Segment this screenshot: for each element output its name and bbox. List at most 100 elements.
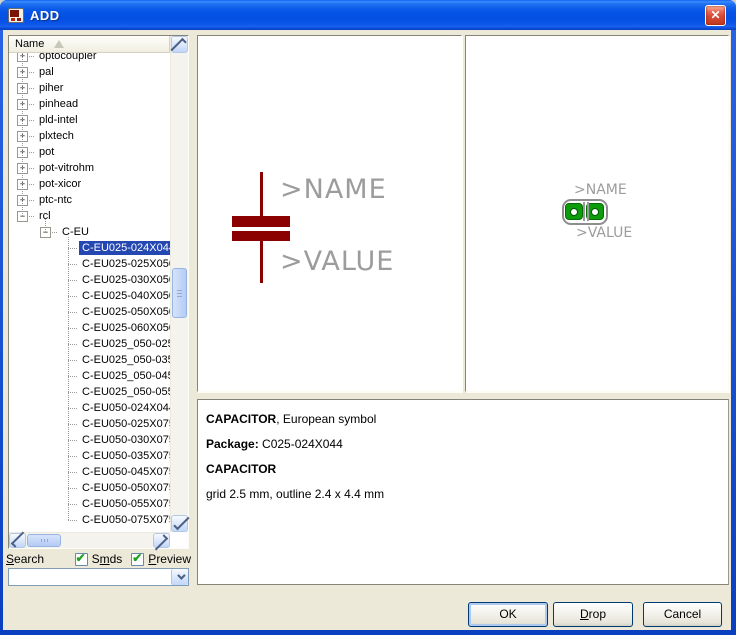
description-text: grid 2.5 mm, outline 2.4 x 4.4 mm <box>206 487 384 501</box>
tree-connector <box>68 504 77 505</box>
title-bar[interactable]: ADD ✕ <box>0 0 736 30</box>
tree-item[interactable]: −C-EU <box>10 224 170 240</box>
library-tree-panel: Name +optocoupler+pal+piher+pinhead+pld-… <box>8 35 189 549</box>
search-label: Search <box>6 552 75 566</box>
tree-connector <box>68 360 77 361</box>
tree-connector <box>68 408 77 409</box>
tree-item[interactable]: +ptc-ntc <box>10 192 170 208</box>
ok-button[interactable]: OK <box>468 602 548 627</box>
description-bold-text: Package: <box>206 437 259 451</box>
tree-connector <box>29 120 34 121</box>
scroll-left-button[interactable] <box>9 533 26 548</box>
chevron-left-icon <box>11 531 27 547</box>
tree-connector <box>29 88 34 89</box>
search-row: Search ✔ Smds ✔ Preview <box>6 551 191 567</box>
horizontal-scroll-thumb[interactable] <box>27 534 61 547</box>
tree-item[interactable]: C-EU050-075X075 <box>10 512 170 528</box>
tree-item-label: piher <box>36 81 66 95</box>
tree-item[interactable]: C-EU050-025X075 <box>10 416 170 432</box>
tree-item-label: C-EU050-025X075 <box>79 417 170 431</box>
tree-connector <box>68 248 77 249</box>
tree-item[interactable]: C-EU050-055X075 <box>10 496 170 512</box>
tree-item-label: pot-vitrohm <box>36 161 97 175</box>
symbol-preview-panel: >NAME >VALUE <box>197 35 462 392</box>
tree-item-label: pld-intel <box>36 113 81 127</box>
dialog-client-area: Name +optocoupler+pal+piher+pinhead+pld-… <box>3 30 731 630</box>
search-input[interactable] <box>9 569 171 585</box>
tree-item-label: C-EU <box>59 225 92 239</box>
tree-connector <box>68 296 77 297</box>
tree-item[interactable]: C-EU050-030X075 <box>10 432 170 448</box>
tree-item[interactable]: C-EU025_050-025X0 <box>10 336 170 352</box>
tree-column-header-name[interactable]: Name <box>9 36 170 53</box>
search-combobox[interactable] <box>8 568 189 586</box>
tree-item-label: C-EU025-024X044 <box>79 241 170 255</box>
tree-item[interactable]: +pot <box>10 144 170 160</box>
tree-item[interactable]: C-EU025-060X050 <box>10 320 170 336</box>
tree-item-label: C-EU025_050-025X0 <box>79 337 170 351</box>
cancel-button[interactable]: Cancel <box>643 602 722 627</box>
tree-item[interactable]: C-EU025_050-035X0 <box>10 352 170 368</box>
tree-item[interactable]: −rcl <box>10 208 170 224</box>
description-bold-text: CAPACITOR <box>206 412 276 426</box>
smds-checkbox-group[interactable]: ✔ Smds <box>75 552 123 566</box>
pad-1 <box>565 203 583 220</box>
tree-item[interactable]: +optocoupler <box>10 53 170 64</box>
tree-connector <box>68 264 77 265</box>
tree-item[interactable]: +pot-xicor <box>10 176 170 192</box>
check-icon: ✔ <box>76 551 86 565</box>
tree-item[interactable]: +plxtech <box>10 128 170 144</box>
capacitor-lead-top <box>260 172 263 216</box>
tree-item[interactable]: +pot-vitrohm <box>10 160 170 176</box>
tree-item[interactable]: C-EU050-045X075 <box>10 464 170 480</box>
description-line: CAPACITOR, European symbol <box>206 407 720 432</box>
tree-item[interactable]: C-EU050-024X044 <box>10 400 170 416</box>
tree-item[interactable]: C-EU025-050X050 <box>10 304 170 320</box>
description-line: grid 2.5 mm, outline 2.4 x 4.4 mm <box>206 482 720 507</box>
close-icon[interactable]: ✕ <box>705 5 726 26</box>
tree-connector <box>29 72 34 73</box>
tree-connector <box>29 216 34 217</box>
symbol-name-placeholder: >NAME <box>280 176 387 203</box>
tree-item[interactable]: +pal <box>10 64 170 80</box>
add-dialog-window: ADD ✕ Name +optocoupler+pal+piher+pinhea… <box>0 0 736 635</box>
tree-vertical-scrollbar[interactable] <box>170 36 188 532</box>
scroll-up-button[interactable] <box>171 36 188 53</box>
scroll-right-button[interactable] <box>153 533 170 548</box>
tree-viewport: +optocoupler+pal+piher+pinhead+pld-intel… <box>10 53 170 532</box>
tree-horizontal-scrollbar[interactable] <box>9 532 170 548</box>
tree-guide-line <box>68 237 69 520</box>
tree-item[interactable]: C-EU025-025X050 <box>10 256 170 272</box>
tree-item[interactable]: +pinhead <box>10 96 170 112</box>
check-icon: ✔ <box>132 551 142 565</box>
tree-item[interactable]: C-EU025_050-055X0 <box>10 384 170 400</box>
tree-item[interactable]: C-EU050-035X075 <box>10 448 170 464</box>
tree-guide-line <box>22 53 23 216</box>
preview-checkbox[interactable]: ✔ <box>131 553 144 566</box>
tree-item[interactable]: C-EU025-040X050 <box>10 288 170 304</box>
tree-connector <box>68 440 77 441</box>
tree-item[interactable]: +piher <box>10 80 170 96</box>
capacitor-plate-bottom <box>232 231 290 241</box>
tree-item[interactable]: C-EU025-024X044 <box>10 240 170 256</box>
preview-checkbox-group[interactable]: ✔ Preview <box>131 552 191 566</box>
tree-item-label: C-EU025_050-035X0 <box>79 353 170 367</box>
smds-checkbox[interactable]: ✔ <box>75 553 88 566</box>
description-line: CAPACITOR <box>206 457 720 482</box>
tree-item[interactable]: C-EU050-050X075 <box>10 480 170 496</box>
tree-connector <box>29 56 34 57</box>
vertical-scroll-thumb[interactable] <box>172 268 187 318</box>
tree-item-label: C-EU050-045X075 <box>79 465 170 479</box>
tree-item[interactable]: C-EU025_050-045X0 <box>10 368 170 384</box>
tree-item-label: C-EU025_050-045X0 <box>79 369 170 383</box>
scroll-down-button[interactable] <box>171 515 188 532</box>
tree-item-label: C-EU025-050X050 <box>79 305 170 319</box>
tree-connector <box>68 472 77 473</box>
drop-button[interactable]: Drop <box>553 602 633 627</box>
tree-connector <box>68 456 77 457</box>
chevron-right-icon <box>152 534 168 550</box>
tree-item[interactable]: C-EU025-030X050 <box>10 272 170 288</box>
preview-label: Preview <box>148 552 191 566</box>
tree-item[interactable]: +pld-intel <box>10 112 170 128</box>
combo-dropdown-button[interactable] <box>171 569 188 585</box>
